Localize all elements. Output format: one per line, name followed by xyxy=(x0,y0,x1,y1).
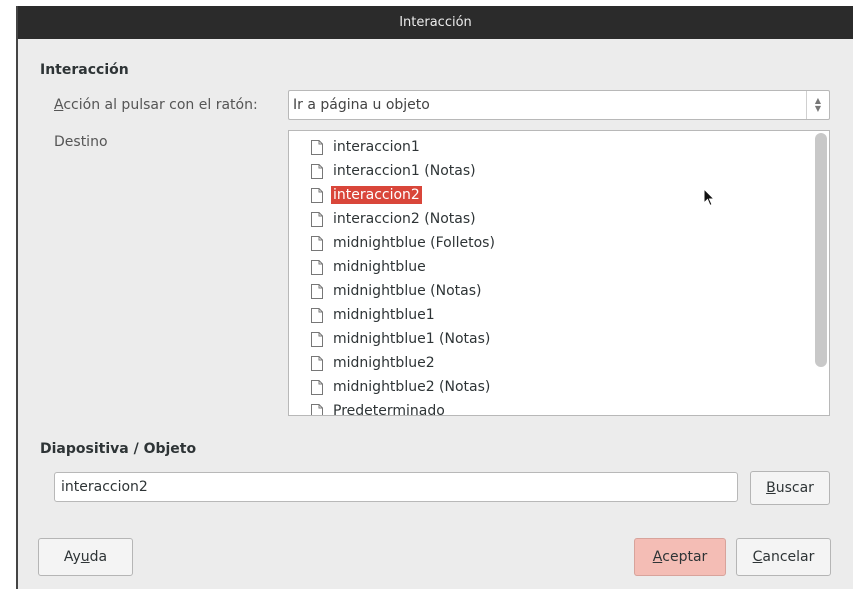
search-button[interactable]: Buscar xyxy=(750,471,830,505)
list-item[interactable]: interaccion2 xyxy=(311,183,422,207)
list-item-label: interaccion1 (Notas) xyxy=(333,163,476,179)
list-item-label: midnightblue xyxy=(333,259,426,275)
document-icon xyxy=(311,211,323,227)
document-icon xyxy=(311,163,323,179)
document-icon xyxy=(311,355,323,371)
mouse-cursor-icon xyxy=(703,188,716,207)
list-item[interactable]: interaccion1 (Notas) xyxy=(311,159,478,183)
list-item-label: interaccion2 xyxy=(331,186,422,204)
list-scrollbar[interactable] xyxy=(815,133,827,367)
list-item[interactable]: midnightblue1 xyxy=(311,303,437,327)
document-icon xyxy=(311,379,323,395)
window-title: Interacción xyxy=(399,15,472,30)
action-combobox-value: Ir a página u objeto xyxy=(293,97,430,113)
accept-button[interactable]: Aceptar xyxy=(634,538,726,576)
list-item[interactable]: midnightblue1 (Notas) xyxy=(311,327,492,351)
slide-object-input[interactable]: interaccion2 xyxy=(54,472,738,502)
document-icon xyxy=(311,187,323,203)
target-list[interactable]: interaccion1 interaccion1 (Notas) interacc… xyxy=(288,130,830,416)
list-item-label: midnightblue1 xyxy=(333,307,435,323)
cancel-button[interactable]: Cancelar xyxy=(736,538,831,576)
slide-object-value: interaccion2 xyxy=(61,479,148,495)
action-combobox[interactable]: Ir a página u objeto ▲ ▼ xyxy=(288,90,830,120)
list-item[interactable]: interaccion1 xyxy=(311,135,422,159)
document-icon xyxy=(311,283,323,299)
list-item-label: midnightblue2 xyxy=(333,355,435,371)
list-item-label: midnightblue1 (Notas) xyxy=(333,331,491,347)
interaction-dialog: Interacción Interacción Acción al pulsar… xyxy=(16,6,853,589)
document-icon xyxy=(311,235,323,251)
document-icon xyxy=(311,259,323,275)
document-icon xyxy=(311,139,323,155)
target-label: Destino xyxy=(54,134,108,150)
list-item[interactable]: midnightblue (Notas) xyxy=(311,279,483,303)
title-bar[interactable]: Interacción xyxy=(18,6,853,39)
list-item-label: midnightblue (Folletos) xyxy=(333,235,495,251)
list-item[interactable]: midnightblue2 xyxy=(311,351,437,375)
action-label: Acción al pulsar con el ratón: xyxy=(54,97,258,113)
list-item[interactable]: midnightblue xyxy=(311,255,428,279)
slide-section-title: Diapositiva / Objeto xyxy=(40,441,197,457)
list-item[interactable]: midnightblue (Folletos) xyxy=(311,231,497,255)
list-item[interactable]: midnightblue2 (Notas) xyxy=(311,375,492,399)
document-icon xyxy=(311,403,323,415)
spin-arrows-icon[interactable]: ▲ ▼ xyxy=(806,91,829,119)
list-item-label: midnightblue2 (Notas) xyxy=(333,379,491,395)
list-item[interactable]: Predeterminado xyxy=(311,399,447,416)
list-item-label: midnightblue (Notas) xyxy=(333,283,482,299)
list-item-label: interaccion1 xyxy=(333,139,420,155)
list-item[interactable]: interaccion2 (Notas) xyxy=(311,207,478,231)
list-item-label: Predeterminado xyxy=(333,403,445,416)
list-item-label: interaccion2 (Notas) xyxy=(333,211,476,227)
help-button[interactable]: Ay u da xyxy=(38,538,133,576)
interaction-section-title: Interacción xyxy=(40,62,129,78)
document-icon xyxy=(311,307,323,323)
document-icon xyxy=(311,331,323,347)
